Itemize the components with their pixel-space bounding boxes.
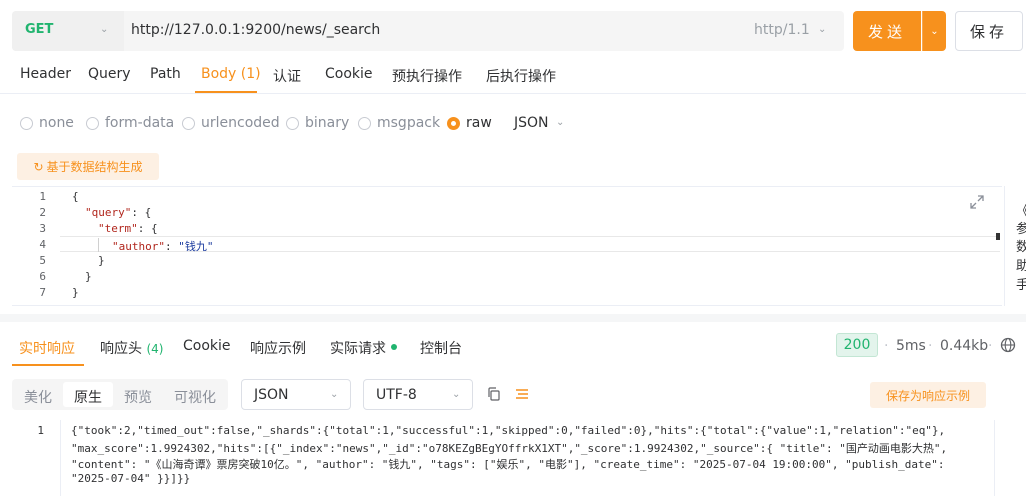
view-raw[interactable]: 原生 (74, 387, 102, 407)
radio-circle-icon (358, 116, 371, 130)
line-number: 2 (39, 206, 46, 219)
tab-actual-request[interactable]: 实际请求 (330, 338, 386, 358)
protocol-select[interactable]: http/1.1 (754, 22, 810, 38)
expand-icon[interactable] (968, 193, 986, 211)
collapse-icon[interactable]: 《 (1016, 200, 1026, 219)
tab-response-headers[interactable]: 响应头 (4) (100, 338, 163, 358)
view-pretty[interactable]: 美化 (24, 387, 52, 407)
radio-binary[interactable]: binary (286, 115, 349, 131)
separator: · (884, 338, 889, 354)
tab-response-example[interactable]: 响应示例 (250, 338, 306, 358)
radio-circle-icon (286, 116, 299, 130)
status-code-badge: 200 (836, 333, 878, 357)
globe-icon[interactable] (1000, 337, 1016, 353)
tab-query[interactable]: Query (88, 66, 131, 82)
code-line: "author": "钱九" (112, 240, 214, 253)
code-line: { (72, 190, 79, 203)
refresh-icon: ↻ (33, 159, 44, 174)
view-visualize[interactable]: 可视化 (174, 387, 216, 407)
response-line: {"took":2,"timed_out":false,"_shards":{"… (71, 424, 946, 437)
tab-console[interactable]: 控制台 (420, 338, 462, 358)
chevron-down-icon: ⌄ (100, 24, 109, 35)
line-number: 3 (39, 222, 46, 235)
radio-none[interactable]: none (20, 115, 74, 131)
format-icon[interactable] (514, 386, 530, 402)
json-key: "query" (85, 206, 132, 219)
json-key: "author" (112, 240, 165, 253)
url-input[interactable]: http://127.0.0.1:9200/news/_search (131, 22, 380, 38)
side-panel-label: 参 (1016, 222, 1026, 237)
side-panel-label: 手 (1016, 278, 1026, 293)
code-line: "query": { (85, 206, 152, 219)
tab-cookie[interactable]: Cookie (325, 66, 373, 82)
radio-urlencoded[interactable]: urlencoded (182, 115, 280, 131)
save-button[interactable]: 保存 (955, 11, 1023, 51)
encoding-select-value: UTF-8 (376, 387, 417, 403)
radio-circle-icon (86, 116, 99, 130)
side-panel-label: 数 (1016, 240, 1026, 255)
line-number: 5 (39, 254, 46, 267)
radio-circle-icon (182, 116, 195, 130)
send-options-chevron-icon[interactable]: ⌄ (922, 11, 946, 51)
response-size: 0.44kb (940, 338, 989, 354)
format-select-value: JSON (254, 387, 289, 403)
raw-format-select[interactable]: JSON (514, 115, 549, 131)
chevron-down-icon: ⌄ (452, 389, 461, 400)
radio-selected-icon (447, 116, 460, 130)
tab-body[interactable]: Body (1) (201, 66, 261, 82)
method-label: GET (25, 22, 54, 37)
section-divider (0, 314, 1026, 322)
scrollbar[interactable] (996, 233, 1000, 240)
indent-guide (98, 238, 99, 252)
tab-response-cookie[interactable]: Cookie (183, 338, 231, 354)
side-panel-label: 助 (1016, 259, 1026, 274)
separator: · (928, 338, 933, 354)
tab-live-response[interactable]: 实时响应 (19, 338, 75, 358)
radio-circle-icon (20, 116, 33, 130)
copy-icon[interactable] (486, 386, 502, 402)
code-line: } (85, 270, 92, 283)
chevron-down-icon: ⌄ (818, 24, 827, 35)
tab-header[interactable]: Header (20, 66, 71, 82)
tab-post-script[interactable]: 后执行操作 (486, 66, 556, 86)
radio-raw[interactable]: raw (447, 115, 492, 131)
status-dot (391, 344, 397, 350)
save-as-example-button[interactable]: 保存为响应示例 (870, 382, 986, 408)
code-line: } (98, 254, 105, 267)
headers-count: (4) (146, 342, 164, 356)
json-string: "钱九" (178, 240, 214, 253)
code-line: } (72, 286, 79, 299)
line-number: 1 (37, 424, 44, 437)
chevron-down-icon: ⌄ (556, 117, 565, 128)
line-number: 6 (39, 270, 46, 283)
generate-from-schema-button[interactable]: ↻ 基于数据结构生成 (17, 153, 159, 180)
json-key: "term" (98, 222, 138, 235)
line-number: 7 (39, 286, 46, 299)
tab-pre-script[interactable]: 预执行操作 (392, 66, 462, 86)
response-line: "content": "《山海奇谭》票房突破10亿。", "author": "… (71, 458, 945, 471)
radio-msgpack[interactable]: msgpack (358, 115, 440, 131)
response-line: "2025-07-04" }}]}} (71, 472, 191, 485)
line-number: 4 (39, 238, 46, 251)
response-line: "max_score":1.9924302,"hits":[{"_index":… (71, 442, 948, 455)
code-line: "term": { (98, 222, 158, 235)
radio-form-data[interactable]: form-data (86, 115, 174, 131)
divider (0, 93, 1026, 94)
tab-auth[interactable]: 认证 (273, 66, 301, 86)
active-tab-indicator (12, 364, 84, 366)
send-button[interactable]: 发送 (853, 11, 921, 51)
tab-path[interactable]: Path (150, 66, 181, 82)
line-number: 1 (39, 190, 46, 203)
separator: · (988, 338, 993, 354)
response-time: 5ms (896, 338, 926, 354)
chevron-down-icon: ⌄ (330, 389, 339, 400)
view-preview[interactable]: 预览 (124, 387, 152, 407)
